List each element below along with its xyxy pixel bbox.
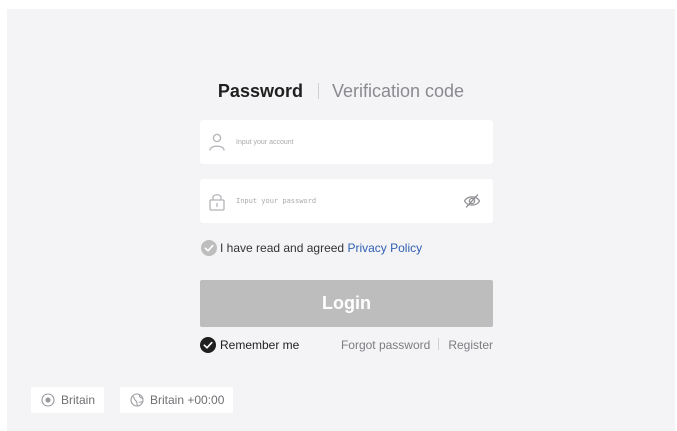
links-divider xyxy=(438,338,440,350)
timezone-label: Britain +00:00 xyxy=(150,393,225,407)
lock-icon xyxy=(209,194,225,211)
tab-divider xyxy=(317,83,319,99)
login-tabs: Password Verification code xyxy=(7,79,675,103)
user-icon xyxy=(209,133,225,151)
location-icon xyxy=(41,393,55,407)
remember-checkbox[interactable] xyxy=(200,337,216,353)
tab-verification-code[interactable]: Verification code xyxy=(332,81,464,101)
globe-icon xyxy=(130,393,144,407)
password-field xyxy=(200,179,493,223)
login-button[interactable]: Login xyxy=(200,280,493,327)
agreement-text: I have read and agreed xyxy=(220,241,348,255)
eye-hidden-icon[interactable] xyxy=(463,192,481,210)
account-field xyxy=(200,120,493,164)
password-input[interactable] xyxy=(236,191,446,211)
account-input[interactable] xyxy=(236,132,446,152)
region-label: Britain xyxy=(61,393,96,407)
forgot-password-link[interactable]: Forgot password xyxy=(341,338,430,352)
login-options: Remember me Forgot password Register xyxy=(200,336,493,354)
tab-password[interactable]: Password xyxy=(218,81,303,101)
account-links: Forgot password Register xyxy=(341,336,493,354)
login-page: Password Verification code I have read an… xyxy=(7,9,675,431)
privacy-policy-link[interactable]: Privacy Policy xyxy=(347,241,422,255)
agreement-checkbox[interactable] xyxy=(201,240,217,256)
register-link[interactable]: Register xyxy=(448,338,493,352)
remember-label: Remember me xyxy=(220,338,300,352)
region-selector[interactable]: Britain xyxy=(31,387,105,413)
timezone-selector[interactable]: Britain +00:00 xyxy=(120,387,234,413)
